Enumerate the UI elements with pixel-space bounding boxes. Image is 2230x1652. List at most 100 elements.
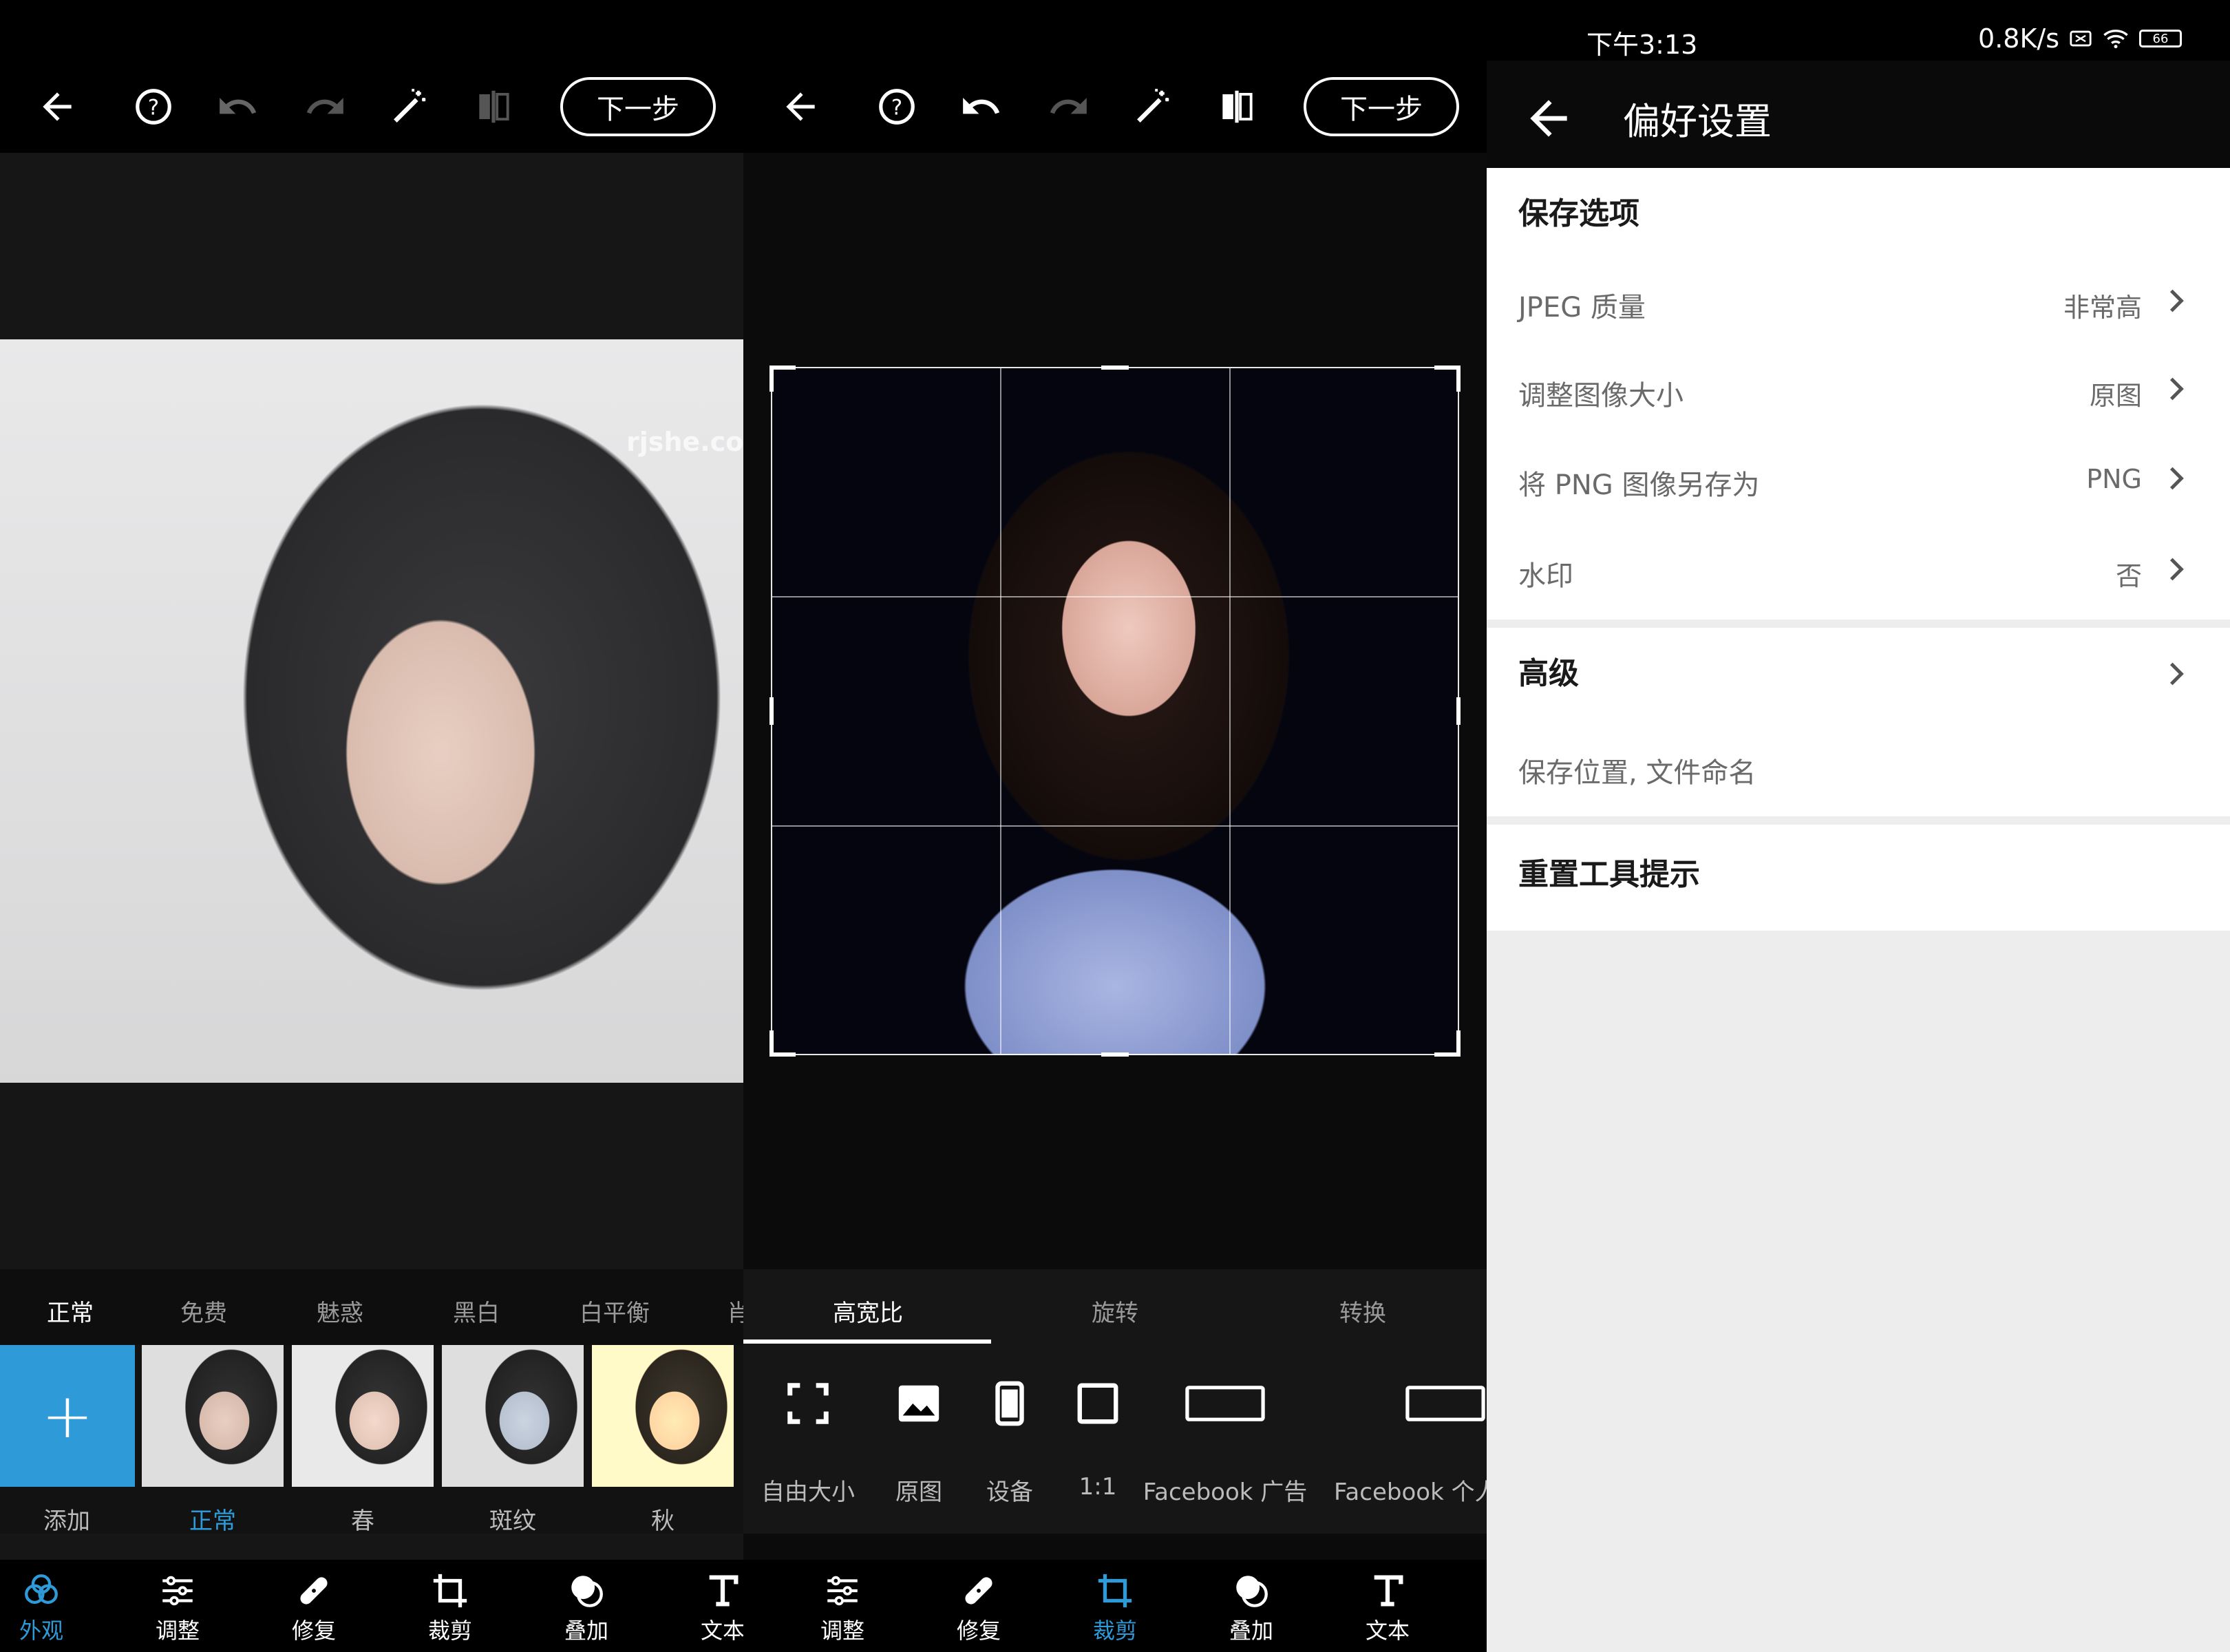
aspect-ratio-options: 自由大小 原图 设备 1:1 Facebook 广告 Facebook 个人 <box>743 1345 1498 1534</box>
crop-icon <box>1098 1574 1132 1608</box>
reset-tooltips: 重置工具提示 <box>1518 857 1700 892</box>
nav-text[interactable]: 文本 <box>1320 1560 1455 1652</box>
chevron-right-icon <box>2169 558 2184 581</box>
row-png-save-as[interactable]: 将 PNG 图像另存为 PNG <box>1487 435 2230 525</box>
wide-rect-icon <box>1185 1386 1265 1421</box>
undo-icon[interactable] <box>206 76 268 138</box>
text-icon <box>709 1575 739 1607</box>
crop-handle-top-right[interactable] <box>1434 366 1461 392</box>
help-icon[interactable]: ? <box>123 76 184 138</box>
chevron-right-icon <box>2169 467 2184 490</box>
chevron-right-icon <box>2169 377 2184 401</box>
reset-tooltips-card[interactable]: 重置工具提示 <box>1487 825 2230 931</box>
tab-transform[interactable]: 转换 <box>1339 1294 1386 1328</box>
filter-thumb-normal[interactable] <box>142 1345 284 1487</box>
bottom-nav: 外观 调整 修复 裁剪 叠加 文本 <box>0 1560 743 1652</box>
back-arrow-icon[interactable] <box>26 76 88 138</box>
crop-handle-bottom-right[interactable] <box>1434 1030 1461 1057</box>
watermark-text: rjshe.com <box>626 427 743 457</box>
magic-wand-icon[interactable] <box>1122 76 1184 138</box>
crop-handle-bottom-left[interactable] <box>769 1030 796 1057</box>
active-tab-indicator <box>743 1339 991 1344</box>
editor-toolbar: ? 下一步 <box>743 0 1487 153</box>
crop-handle-top[interactable] <box>1101 366 1129 370</box>
crop-frame[interactable] <box>769 366 1461 1057</box>
aspect-facebook-profile[interactable]: Facebook 个人 <box>1334 1345 1513 1534</box>
grid-line <box>772 596 1458 597</box>
undo-icon[interactable] <box>950 76 1012 138</box>
compare-icon[interactable] <box>1206 76 1268 138</box>
editor-filters-panel: ? 下一步 rjshe.com 正常 免费 魅惑 黑白 白平衡 肖 + 添加 正… <box>0 0 743 1652</box>
redo-icon[interactable] <box>295 76 357 138</box>
crop-icon <box>433 1574 467 1608</box>
redo-icon[interactable] <box>1038 76 1100 138</box>
filter-thumb-spring[interactable] <box>292 1345 434 1487</box>
nav-text[interactable]: 文本 <box>655 1560 743 1652</box>
sim-icon <box>2070 30 2092 47</box>
looks-icon <box>25 1574 58 1605</box>
crop-tabs: 高宽比 旋转 转换 <box>743 1269 1487 1345</box>
overlay-icon <box>571 1576 603 1607</box>
nav-crop[interactable]: 裁剪 <box>383 1560 518 1652</box>
status-time: 下午3:13 <box>1586 30 1698 60</box>
nav-adjust[interactable]: 调整 <box>110 1560 245 1652</box>
back-arrow-icon[interactable] <box>1521 91 1576 146</box>
row-jpeg-quality[interactable]: JPEG 质量 非常高 <box>1487 257 2230 347</box>
nav-looks[interactable]: 外观 <box>0 1560 109 1652</box>
aspect-free[interactable]: 自由大小 <box>760 1345 856 1534</box>
status-indicators: 0.8K/s 66 <box>1978 23 2182 54</box>
advanced-card[interactable]: 高级 保存位置, 文件命名 <box>1487 628 2230 816</box>
crop-handle-right[interactable] <box>1456 697 1461 725</box>
editor-toolbar: ? 下一步 <box>0 0 743 153</box>
tab-charm[interactable]: 魅惑 <box>317 1294 363 1328</box>
tab-aspect-ratio[interactable]: 高宽比 <box>833 1294 903 1328</box>
bandage-icon <box>965 1577 992 1605</box>
next-step-button[interactable]: 下一步 <box>560 77 716 136</box>
save-options-card: 保存选项 JPEG 质量 非常高 调整图像大小 原图 将 PNG 图像另存为 P… <box>1487 168 2230 620</box>
chevron-right-icon <box>2169 289 2184 313</box>
tab-white-balance[interactable]: 白平衡 <box>580 1294 650 1328</box>
nav-heal[interactable]: 修复 <box>911 1560 1046 1652</box>
sliders-icon <box>827 1576 858 1606</box>
grid-line <box>772 825 1458 827</box>
row-watermark[interactable]: 水印 否 <box>1487 526 2230 615</box>
tab-bw[interactable]: 黑白 <box>453 1294 500 1328</box>
tab-rotate[interactable]: 旋转 <box>1092 1294 1138 1328</box>
row-resize-image[interactable]: 调整图像大小 原图 <box>1487 346 2230 435</box>
aspect-square[interactable]: 1:1 <box>1060 1345 1136 1534</box>
filter-label-normal: 正常 <box>189 1507 236 1535</box>
add-filter-button[interactable]: + <box>0 1345 135 1487</box>
preferences-panel: 下午3:13 0.8K/s 66 偏好设置 保存选项 JPEG 质量 非常高 调… <box>1487 0 2230 1652</box>
network-speed: 0.8K/s <box>1978 23 2059 54</box>
back-arrow-icon[interactable] <box>769 76 831 138</box>
compare-icon[interactable] <box>463 76 524 138</box>
tab-portrait[interactable]: 肖 <box>727 1294 743 1328</box>
add-label: 添加 <box>43 1507 90 1535</box>
aspect-original[interactable]: 原图 <box>881 1345 957 1534</box>
next-step-button[interactable]: 下一步 <box>1304 77 1459 136</box>
filter-thumbnails: + 添加 正常 春 斑纹 秋 <box>0 1345 743 1535</box>
aspect-facebook-ad[interactable]: Facebook 广告 <box>1143 1345 1308 1534</box>
filter-thumb-autumn[interactable] <box>592 1345 734 1487</box>
section-advanced: 高级 <box>1518 656 1579 691</box>
filter-label-spring: 春 <box>351 1507 374 1535</box>
grid-line <box>1229 368 1231 1054</box>
tab-free[interactable]: 免费 <box>180 1294 227 1328</box>
aspect-device[interactable]: 设备 <box>972 1345 1048 1534</box>
tab-normal[interactable]: 正常 <box>47 1294 94 1328</box>
nav-adjust[interactable]: 调整 <box>775 1560 910 1652</box>
bottom-nav: 调整 修复 裁剪 叠加 文本 <box>743 1560 1487 1652</box>
nav-overlay[interactable]: 叠加 <box>1184 1560 1319 1652</box>
magic-wand-icon[interactable] <box>379 76 440 138</box>
nav-overlay[interactable]: 叠加 <box>519 1560 654 1652</box>
filter-thumb-stripes[interactable] <box>442 1345 584 1487</box>
help-icon[interactable]: ? <box>866 76 928 138</box>
crop-handle-bottom[interactable] <box>1101 1052 1129 1057</box>
crop-handle-left[interactable] <box>769 697 774 725</box>
nav-crop[interactable]: 裁剪 <box>1048 1560 1182 1652</box>
overlay-icon <box>1236 1576 1268 1607</box>
crop-handle-top-left[interactable] <box>769 366 796 392</box>
nav-heal[interactable]: 修复 <box>246 1560 381 1652</box>
app-bar: 偏好设置 <box>1487 61 2230 168</box>
wide-rect-icon <box>1405 1386 1485 1421</box>
